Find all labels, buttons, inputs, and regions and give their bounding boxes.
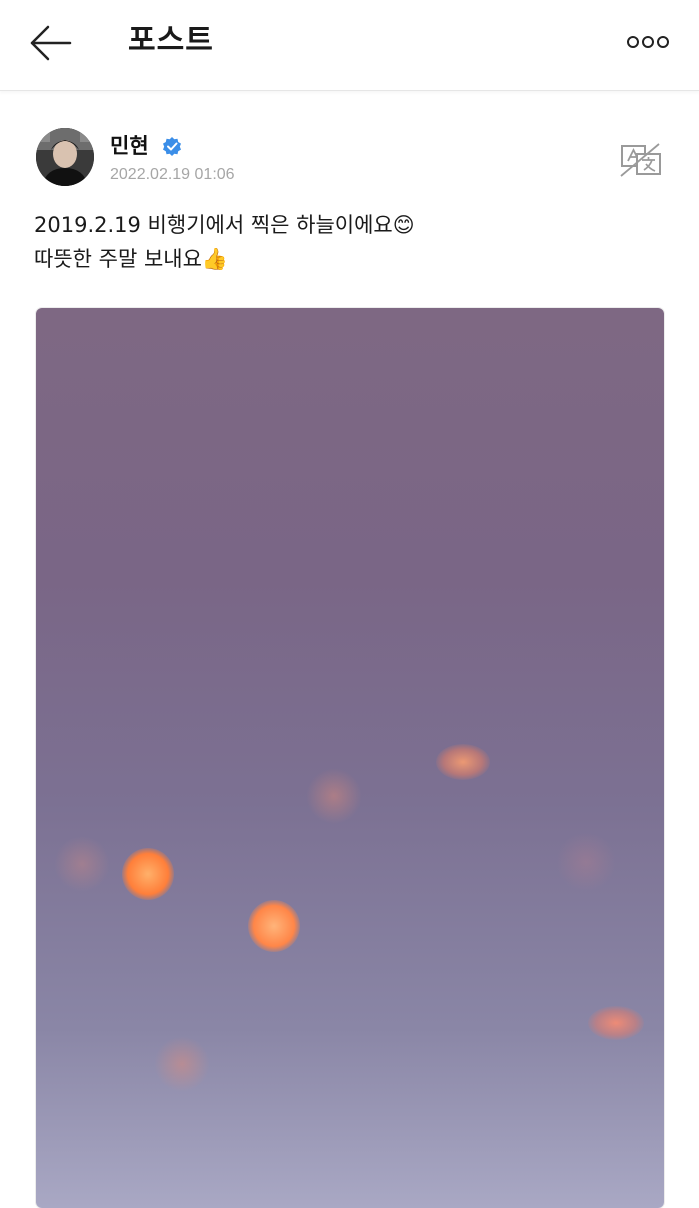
author-name[interactable]: 민현 — [110, 132, 149, 160]
page-title: 포스트 — [128, 23, 214, 58]
post-body: 2019.2.19 비행기에서 찍은 하늘이에요😊 따뜻한 주말 보내요👍 — [34, 208, 664, 276]
more-options-button[interactable] — [627, 30, 669, 54]
bokeh-light — [248, 900, 300, 952]
post-author-block: 민현 2022.02.19 01:06 — [36, 128, 666, 190]
top-app-bar: 포스트 — [0, 0, 699, 91]
bokeh-light — [588, 1006, 644, 1040]
post-timestamp: 2022.02.19 01:06 — [110, 166, 235, 183]
verified-badge-icon — [163, 137, 181, 156]
post-image[interactable] — [36, 308, 664, 1208]
translate-icon — [620, 143, 661, 177]
bokeh-light — [306, 768, 362, 824]
bokeh-light — [154, 1036, 210, 1092]
profile-photo — [36, 128, 94, 186]
post-text-line-1: 2019.2.19 비행기에서 찍은 하늘이에요😊 — [34, 213, 415, 237]
arrow-left-icon — [30, 25, 72, 61]
bokeh-light — [54, 836, 110, 892]
post-text-line-2: 따뜻한 주말 보내요👍 — [34, 247, 229, 271]
back-button[interactable] — [24, 20, 76, 66]
bokeh-light — [556, 832, 616, 892]
avatar[interactable] — [36, 128, 94, 186]
translate-button[interactable] — [619, 142, 663, 178]
bokeh-light — [122, 848, 174, 900]
more-horizontal-icon — [627, 36, 669, 48]
bokeh-light — [436, 744, 490, 780]
